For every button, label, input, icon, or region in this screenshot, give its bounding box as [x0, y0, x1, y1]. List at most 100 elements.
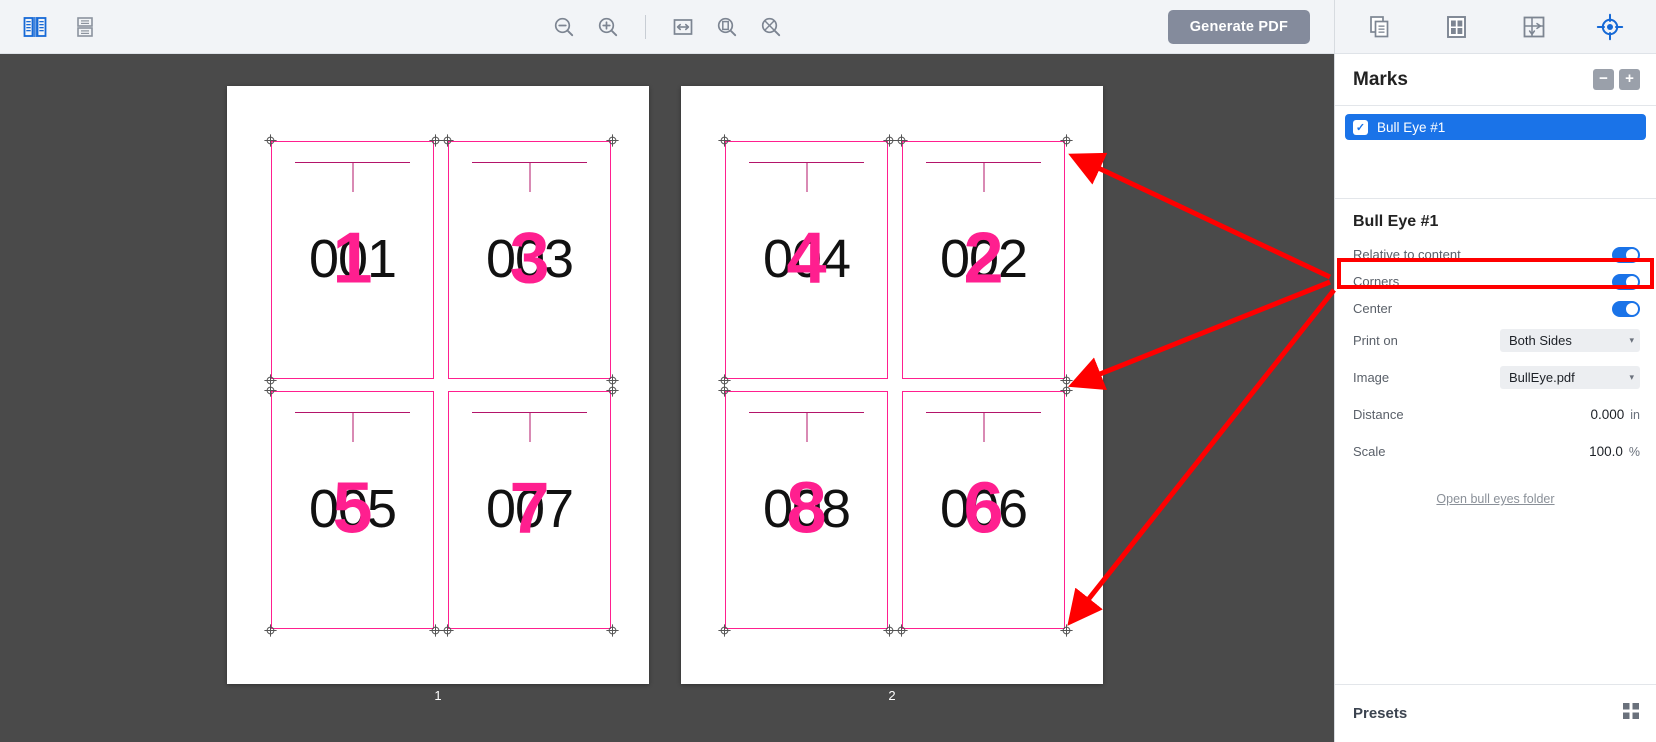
property-control: BullEye.pdf ▾ — [1500, 366, 1640, 389]
card-pink-number: 5 — [332, 468, 373, 549]
top-toolbar: Generate PDF — [0, 0, 1334, 54]
marks-header-actions: − + — [1593, 69, 1640, 90]
unit-distance: in — [1630, 407, 1640, 422]
sheet-2-page-label: 2 — [888, 688, 896, 703]
property-label: Corners — [1353, 274, 1400, 289]
property-row-scale: Scale 100.0% — [1335, 433, 1656, 470]
property-row-distance: Distance 0.000 in — [1335, 396, 1656, 433]
sheet-layout-tab-icon[interactable] — [1511, 7, 1557, 47]
property-label: Distance — [1353, 407, 1404, 422]
card-rule-vertical — [983, 412, 985, 442]
card-rule-vertical — [529, 412, 531, 442]
property-row-print-on: Print on Both Sides ▾ — [1335, 322, 1656, 359]
chevron-down-icon: ▾ — [1629, 335, 1634, 345]
card-pink-number: 3 — [509, 218, 550, 299]
card-rule-vertical — [352, 162, 354, 192]
select-print-on[interactable]: Both Sides ▾ — [1500, 329, 1640, 352]
imposed-card[interactable]: 008 8 — [725, 391, 888, 629]
actual-size-icon[interactable] — [754, 10, 788, 44]
card-rule-vertical — [806, 162, 808, 192]
mark-properties-section: Bull Eye #1 Relative to content Corners Ce… — [1335, 198, 1656, 516]
select-image[interactable]: BullEye.pdf ▾ — [1500, 366, 1640, 389]
toggle-center[interactable] — [1612, 300, 1640, 317]
card-pink-number: 1 — [332, 218, 373, 299]
card-pink-number: 7 — [509, 468, 550, 549]
value-scale[interactable]: 100.0 — [1589, 444, 1623, 459]
panel-title: Marks — [1353, 68, 1408, 90]
value-distance[interactable]: 0.000 — [1590, 407, 1624, 422]
property-control — [1612, 273, 1640, 290]
right-properties-panel: Marks − + ✓ Bull Eye #1 Bull Eye #1 Relat… — [1334, 0, 1656, 742]
property-row-image: Image BullEye.pdf ▾ — [1335, 359, 1656, 396]
card-pink-number: 6 — [963, 468, 1004, 549]
panel-tab-bar — [1335, 0, 1656, 54]
generate-pdf-button[interactable]: Generate PDF — [1167, 9, 1310, 44]
fit-page-icon[interactable] — [710, 10, 744, 44]
imposed-card[interactable]: 001 1 — [271, 141, 434, 379]
marks-list: ✓ Bull Eye #1 — [1335, 106, 1656, 198]
add-mark-button[interactable]: + — [1619, 69, 1640, 90]
mark-properties-title: Bull Eye #1 — [1353, 213, 1439, 230]
imposed-card[interactable]: 006 6 — [902, 391, 1065, 629]
select-value: BullEye.pdf — [1509, 370, 1575, 385]
property-control: 0.000 in — [1590, 407, 1640, 422]
card-rule-vertical — [529, 162, 531, 192]
property-label: Relative to content — [1353, 247, 1461, 262]
sheet-page-2[interactable]: 004 4 002 2 008 8 006 6 — [681, 86, 1103, 684]
unit-scale: % — [1628, 444, 1640, 459]
select-value: Both Sides — [1509, 333, 1572, 348]
toolbar-left-group — [0, 10, 102, 44]
card-pink-number: 8 — [786, 468, 827, 549]
property-control — [1612, 246, 1640, 263]
property-control — [1612, 300, 1640, 317]
chevron-down-icon: ▾ — [1629, 372, 1634, 382]
property-row-center: Center — [1335, 295, 1656, 322]
toolbar-divider — [644, 14, 646, 39]
imposition-grid-tab-icon[interactable] — [1434, 7, 1480, 47]
property-row-corners: Corners — [1335, 268, 1656, 295]
fit-width-icon[interactable] — [666, 10, 700, 44]
imposed-card[interactable]: 007 7 — [448, 391, 611, 629]
two-page-spread-view-icon[interactable] — [18, 10, 52, 44]
imposed-card[interactable]: 004 4 — [725, 141, 888, 379]
zoom-in-icon[interactable] — [591, 10, 625, 44]
imposed-card[interactable]: 002 2 — [902, 141, 1065, 379]
card-rule-vertical — [983, 162, 985, 192]
stacked-pages-view-icon[interactable] — [68, 10, 102, 44]
sheet-page-1[interactable]: 001 1 003 3 005 5 007 7 — [227, 86, 649, 684]
sheet-1-page-label: 1 — [434, 688, 442, 703]
presets-title: Presets — [1353, 705, 1408, 722]
pages-tab-icon[interactable] — [1358, 7, 1404, 47]
property-label: Center — [1353, 301, 1393, 316]
toggle-corners[interactable] — [1612, 273, 1640, 290]
toggle-relative-to-content[interactable] — [1612, 246, 1640, 263]
card-pink-number: 4 — [786, 218, 827, 299]
card-rule-vertical — [352, 412, 354, 442]
imposed-card[interactable]: 005 5 — [271, 391, 434, 629]
property-control: Both Sides ▾ — [1500, 329, 1640, 352]
mark-checkbox[interactable]: ✓ — [1353, 119, 1368, 135]
marks-panel-header: Marks − + — [1335, 54, 1656, 106]
presets-grid-icon[interactable] — [1622, 702, 1640, 725]
presets-bar[interactable]: Presets — [1335, 684, 1656, 742]
mark-properties-rows: Relative to content Corners Center Print on… — [1335, 241, 1656, 470]
remove-mark-button[interactable]: − — [1593, 69, 1614, 90]
property-label: Print on — [1353, 333, 1398, 348]
property-label: Image — [1353, 370, 1390, 385]
property-control: 100.0% — [1589, 444, 1640, 459]
toolbar-right-group: Generate PDF — [1167, 9, 1310, 44]
zoom-out-icon[interactable] — [547, 10, 581, 44]
sheet-2-card-grid: 004 4 002 2 008 8 006 6 — [717, 133, 1073, 637]
card-rule-vertical — [806, 412, 808, 442]
toolbar-zoom-group — [0, 10, 1334, 44]
property-label: Scale — [1353, 444, 1386, 459]
marks-tab-icon[interactable] — [1587, 7, 1633, 47]
panel-filler — [1335, 516, 1656, 684]
card-pink-number: 2 — [963, 218, 1004, 299]
open-bull-eyes-folder-link[interactable]: Open bull eyes folder — [1335, 470, 1656, 516]
property-row-relative-to-content: Relative to content — [1335, 241, 1656, 268]
imposition-canvas[interactable]: 001 1 003 3 005 5 007 7 1 004 4 002 2 008 8 006 6 2 — [0, 54, 1334, 742]
imposed-card[interactable]: 003 3 — [448, 141, 611, 379]
app-root: Generate PDF 001 1 003 3 005 5 007 7 1 004 4 002 2… — [0, 0, 1656, 742]
mark-list-item[interactable]: ✓ Bull Eye #1 — [1345, 114, 1646, 140]
